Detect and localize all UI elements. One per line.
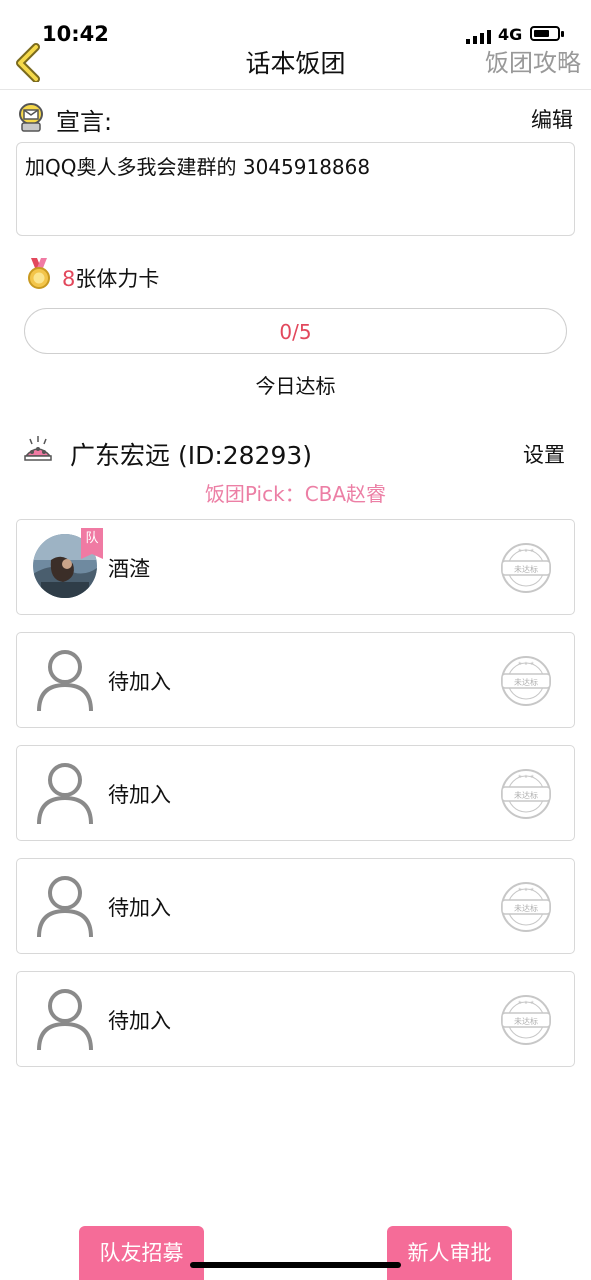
svg-text:★ ★ ★: ★ ★ ★ bbox=[518, 774, 535, 780]
progress-caption: 今日达标 bbox=[255, 374, 336, 398]
member-name: 酒渣 bbox=[108, 557, 150, 581]
settings-button[interactable]: 设置 bbox=[523, 439, 565, 469]
medal-icon bbox=[28, 258, 50, 289]
stamina-unit: 张体力卡 bbox=[75, 267, 160, 291]
recruit-button[interactable]: 队友招募 bbox=[79, 1226, 204, 1280]
guide-link[interactable]: 饭团攻略 bbox=[485, 43, 581, 78]
member-row[interactable]: 队 酒渣 未达标 ★ ★ ★ bbox=[16, 519, 575, 615]
default-avatar-icon bbox=[37, 650, 93, 712]
stamp-text: 未达标 bbox=[514, 790, 538, 800]
member-row[interactable]: 待加入 未达标 ★ ★ ★ bbox=[16, 971, 575, 1067]
not-reached-stamp-icon: 未达标 ★ ★ ★ bbox=[501, 995, 551, 1045]
default-avatar-icon bbox=[37, 876, 93, 938]
captain-badge: 队 bbox=[81, 528, 103, 559]
edit-button[interactable]: 编辑 bbox=[531, 104, 573, 134]
not-reached-stamp-icon: 未达标 ★ ★ ★ bbox=[501, 769, 551, 819]
stamp-text: 未达标 bbox=[514, 903, 538, 913]
svg-text:★ ★ ★: ★ ★ ★ bbox=[518, 887, 535, 893]
team-icon bbox=[24, 436, 52, 461]
default-avatar-icon bbox=[37, 989, 93, 1051]
svg-text:★ ★ ★: ★ ★ ★ bbox=[518, 548, 535, 554]
stamp-text: 未达标 bbox=[514, 677, 538, 687]
stamp-text: 未达标 bbox=[514, 1016, 538, 1026]
member-row[interactable]: 待加入 未达标 ★ ★ ★ bbox=[16, 858, 575, 954]
stamp-text: 未达标 bbox=[514, 564, 538, 574]
stamina-cards: 8张体力卡 bbox=[62, 263, 159, 293]
not-reached-stamp-icon: 未达标 ★ ★ ★ bbox=[501, 656, 551, 706]
group-name: 广东宏远 (ID:28293) bbox=[70, 441, 313, 470]
nav-bar: 话本饭团 饭团攻略 bbox=[0, 38, 591, 90]
declaration-text: 加QQ奥人多我会建群的 3045918868 bbox=[16, 142, 575, 236]
mailbox-icon bbox=[19, 103, 43, 132]
member-row[interactable]: 待加入 未达标 ★ ★ ★ bbox=[16, 745, 575, 841]
progress-text: 0/5 bbox=[279, 320, 312, 344]
member-name: 待加入 bbox=[108, 896, 171, 920]
not-reached-stamp-icon: 未达标 ★ ★ ★ bbox=[501, 543, 551, 593]
not-reached-stamp-icon: 未达标 ★ ★ ★ bbox=[501, 882, 551, 932]
group-pick: 饭团Pick：CBA赵睿 bbox=[204, 482, 387, 506]
default-avatar-icon bbox=[37, 763, 93, 825]
daily-progress-bar: 0/5 bbox=[24, 308, 567, 354]
svg-text:★ ★ ★: ★ ★ ★ bbox=[518, 1000, 535, 1006]
declaration-label: 宣言: bbox=[56, 108, 113, 136]
svg-text:★ ★ ★: ★ ★ ★ bbox=[518, 661, 535, 667]
member-name: 待加入 bbox=[108, 783, 171, 807]
member-name: 待加入 bbox=[108, 1009, 171, 1033]
member-row[interactable]: 待加入 未达标 ★ ★ ★ bbox=[16, 632, 575, 728]
member-name: 待加入 bbox=[108, 670, 171, 694]
stamina-count: 8 bbox=[62, 267, 76, 291]
approve-button[interactable]: 新人审批 bbox=[387, 1226, 512, 1280]
home-indicator[interactable] bbox=[190, 1262, 401, 1268]
